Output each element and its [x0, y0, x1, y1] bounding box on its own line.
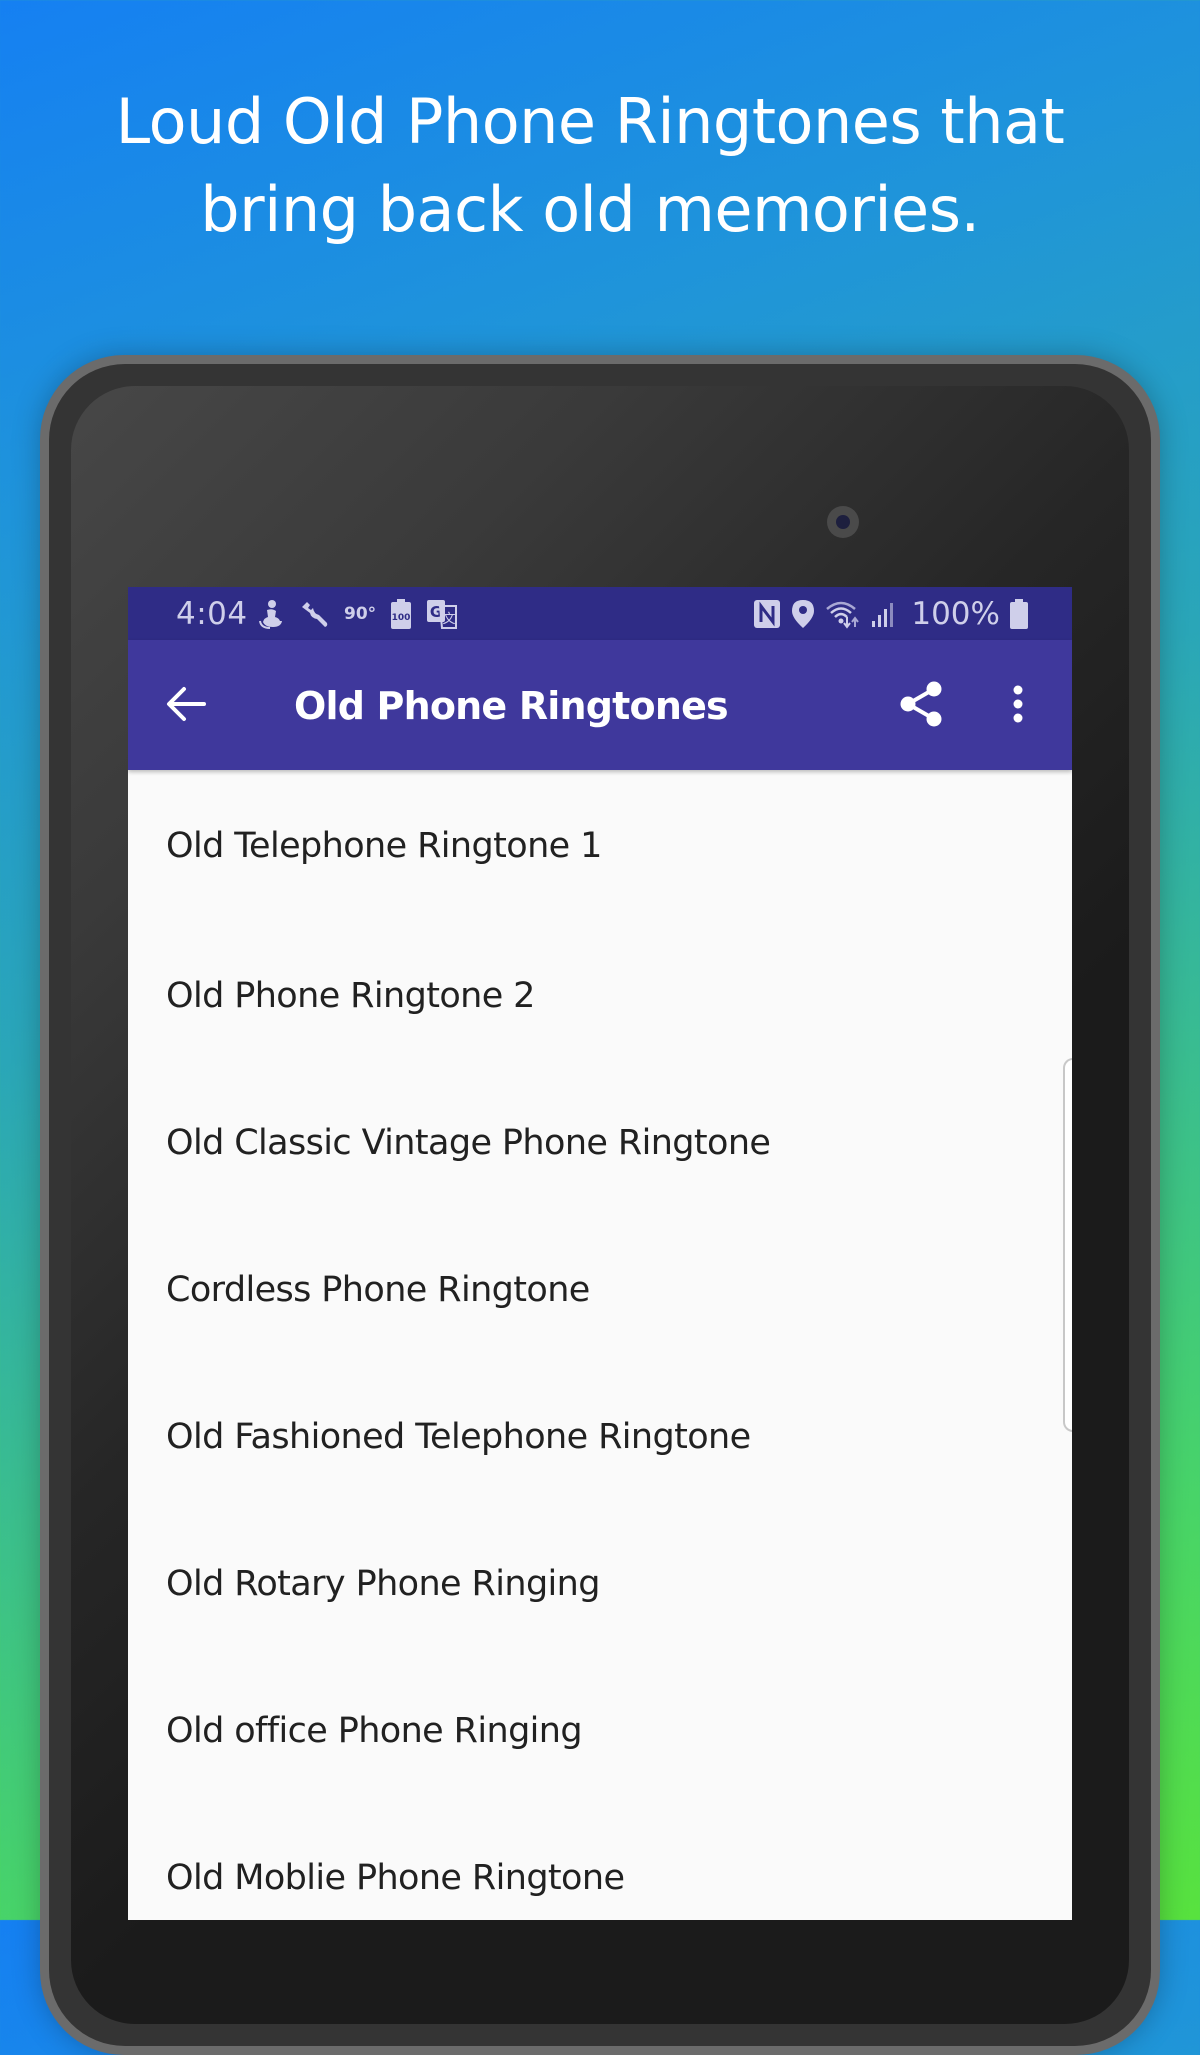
ringtone-list-item[interactable]: Old Rotary Phone Ringing	[128, 1510, 1072, 1657]
accessibility-icon	[258, 599, 284, 629]
battery-saver-icon: 100	[390, 599, 412, 629]
ringtone-title: Old Rotary Phone Ringing	[166, 1563, 600, 1604]
edge-panel-handle[interactable]	[1063, 1058, 1072, 1432]
svg-text:文: 文	[443, 612, 456, 627]
svg-text:100: 100	[392, 613, 411, 623]
ringtone-title: Cordless Phone Ringtone	[166, 1269, 590, 1310]
share-icon	[899, 680, 945, 732]
device-screen: 4:04 90° 100 G 文 100% Old Phone Ringtone…	[128, 587, 1072, 1920]
status-bar: 4:04 90° 100 G 文 100%	[128, 587, 1072, 640]
ringtone-list-item[interactable]: Old office Phone Ringing	[128, 1657, 1072, 1804]
signal-icon	[871, 599, 897, 629]
back-button[interactable]	[164, 684, 208, 728]
ringtone-title: Old Moblie Phone Ringtone	[166, 1857, 625, 1898]
location-icon	[791, 599, 815, 629]
wifi-icon	[825, 599, 861, 629]
ringtone-title: Old Telephone Ringtone 1	[166, 826, 602, 866]
translate-icon: G 文	[426, 599, 458, 629]
status-icons-left: 90° 100 G 文	[258, 597, 458, 631]
ringtone-title: Old Phone Ringtone 2	[166, 975, 535, 1016]
share-button[interactable]	[898, 680, 946, 732]
temperature-indicator: 90°	[344, 604, 377, 624]
ringtone-list-item[interactable]: Old Telephone Ringtone 1	[128, 770, 1072, 922]
ringtone-title: Old Fashioned Telephone Ringtone	[166, 1416, 751, 1457]
wrench-icon	[298, 598, 330, 630]
front-camera	[827, 506, 859, 538]
arrow-back-icon	[166, 686, 206, 726]
overflow-menu-button[interactable]	[1000, 682, 1036, 730]
ringtone-list-item[interactable]: Cordless Phone Ringtone	[128, 1216, 1072, 1363]
status-time: 4:04	[176, 596, 248, 632]
promo-headline-line-1: Loud Old Phone Ringtones that	[115, 85, 1065, 158]
battery-icon	[1010, 599, 1028, 629]
more-vert-icon	[1012, 684, 1024, 728]
promo-headline-line-2: bring back old memories.	[200, 173, 980, 246]
ringtone-list-item[interactable]: Old Phone Ringtone 2	[128, 922, 1072, 1069]
nfc-icon	[753, 599, 781, 629]
app-bar: Old Phone Ringtones	[128, 640, 1072, 770]
ringtone-list: Old Telephone Ringtone 1 Old Phone Ringt…	[128, 770, 1072, 1920]
battery-percent: 100%	[911, 596, 1000, 632]
app-title: Old Phone Ringtones	[294, 684, 729, 728]
promo-headline: Loud Old Phone Ringtones that bring back…	[0, 78, 1180, 254]
status-icons-right: 100%	[753, 596, 1028, 632]
ringtone-list-item[interactable]: Old Moblie Phone Ringtone	[128, 1804, 1072, 1920]
ringtone-list-item[interactable]: Old Fashioned Telephone Ringtone	[128, 1363, 1072, 1510]
ringtone-title: Old office Phone Ringing	[166, 1710, 583, 1751]
ringtone-list-item[interactable]: Old Classic Vintage Phone Ringtone	[128, 1069, 1072, 1216]
ringtone-title: Old Classic Vintage Phone Ringtone	[166, 1122, 771, 1163]
